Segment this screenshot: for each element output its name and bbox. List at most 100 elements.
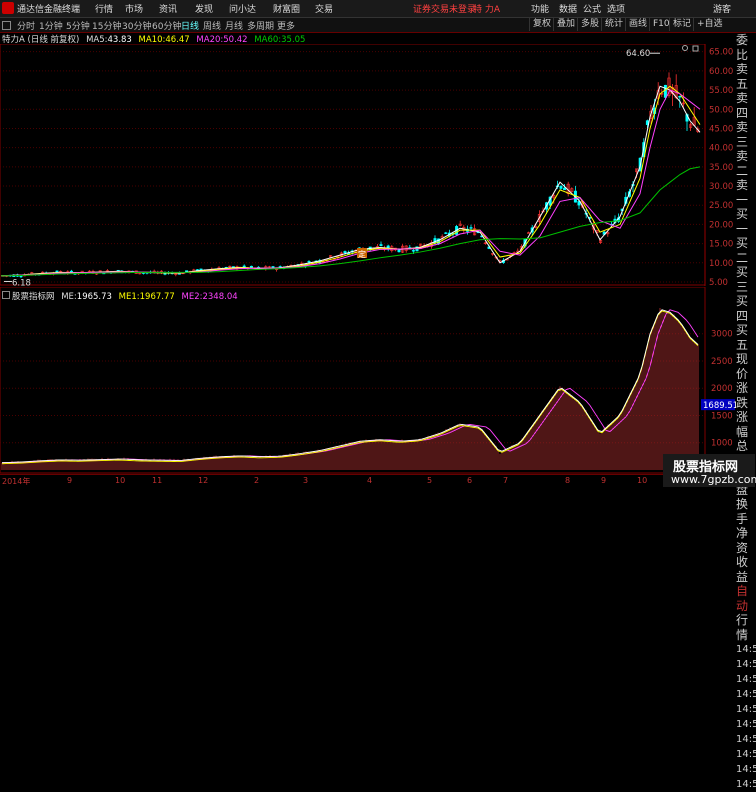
button-draw[interactable]: 画线 (625, 18, 650, 31)
tab-30min[interactable]: 30分钟 (122, 19, 151, 32)
price-tick-label: 45.00 (709, 124, 733, 134)
date-tick-label: 5 (427, 476, 433, 485)
date-tick-label: 6 (467, 476, 473, 485)
tick-time: 14:5 (736, 674, 756, 685)
candle-body (249, 265, 253, 268)
user-guest[interactable]: 游客 (713, 2, 731, 15)
quote-field-label: 净资 (736, 526, 749, 555)
quote-field-label: 现价 (736, 352, 749, 381)
price-tick-label: 15.00 (709, 240, 733, 250)
menu-market[interactable]: 市场 (125, 2, 143, 15)
candle-body (397, 249, 401, 253)
title-bar: 通达信金融终端 行情 市场 资讯 发现 问小达 财富圈 交易 证券交易未登录 特… (0, 0, 756, 18)
quote-field-label: 收益 (736, 555, 749, 584)
price-chart[interactable]: 65.00 60.00 55.00 50.00 45.00 40.00 35.00 30.00… (0, 44, 736, 286)
panel-tab[interactable]: 自动 (736, 584, 756, 613)
date-tick-label: 9 (601, 476, 607, 485)
me-label: ME: (61, 292, 77, 302)
quote-field-label: 买五 (736, 323, 749, 352)
indicator-chart[interactable]: 3000 2500 2000 1500 1000 1689.51 (0, 287, 736, 474)
price-frame (0, 44, 706, 286)
button-multi-stock[interactable]: 多股 (577, 18, 602, 31)
ma-line-ma5 (0, 85, 701, 277)
button-statistics[interactable]: 统计 (601, 18, 626, 31)
menu-discover[interactable]: 发现 (195, 2, 213, 15)
date-tick-label: 10 (115, 476, 126, 485)
indicator-tick-label: 2500 (711, 357, 733, 367)
quote-field-label: 卖四 (736, 91, 749, 120)
date-tick-label: 10 (637, 476, 648, 485)
candle-body (444, 232, 448, 234)
candle-body (69, 270, 73, 273)
tab-monthly[interactable]: 月线 (225, 19, 243, 32)
price-tick-label: 65.00 (709, 48, 733, 58)
button-restore-rights[interactable]: 复权 (529, 18, 554, 31)
date-tick-label: 2 (254, 476, 260, 485)
quote-field-label: 委比 (736, 33, 749, 62)
tab-60min[interactable]: 60分钟 (152, 19, 181, 32)
menu-news[interactable]: 资讯 (159, 2, 177, 15)
indicator-tick-label: 2000 (711, 384, 733, 394)
quote-field-label: 卖五 (736, 62, 749, 91)
tick-time: 14:5 (736, 689, 756, 700)
tab-more[interactable]: 更多 (277, 19, 295, 32)
menu-formula[interactable]: 公式 (583, 2, 601, 15)
app-logo-icon (2, 2, 14, 14)
price-tick-label: 60.00 (709, 67, 733, 77)
me1-value: 1967.77 (139, 292, 175, 302)
panel-toggle-icon[interactable] (2, 21, 11, 30)
quote-field-label: 买三 (736, 265, 749, 294)
button-add-watchlist[interactable]: +自选 (693, 18, 726, 31)
low-price-label: 6.18 (12, 278, 31, 286)
tick-time: 14:5 (736, 644, 756, 655)
tab-intraday[interactable]: 分时 (17, 19, 35, 32)
date-tick-label: 12 (198, 476, 209, 485)
tick-time: 14:5 (736, 659, 756, 670)
date-tick-label: 7 (503, 476, 509, 485)
menu-function[interactable]: 功能 (531, 2, 549, 15)
tab-multi-period[interactable]: 多周期 (247, 19, 274, 32)
quote-field-label: 换手 (736, 497, 749, 526)
candle-body (19, 275, 23, 278)
menu-trade[interactable]: 交易 (315, 2, 333, 15)
price-tick-label: 30.00 (709, 182, 733, 192)
tab-weekly[interactable]: 周线 (203, 19, 221, 32)
price-tick-label: 10.00 (709, 259, 733, 269)
button-overlay[interactable]: 叠加 (553, 18, 578, 31)
ma-line-ma10 (0, 85, 701, 277)
indicator-tick-label: 3000 (711, 330, 733, 340)
menu-market-quotes[interactable]: 行情 (95, 2, 113, 15)
indicator-title[interactable]: 股票指标网 (12, 292, 55, 302)
tick-time: 14:5 (736, 779, 756, 790)
tab-15min[interactable]: 15分钟 (92, 19, 121, 32)
menu-data[interactable]: 数据 (559, 2, 577, 15)
candle-body (527, 232, 531, 234)
date-tick-label: 2014年 (2, 477, 31, 486)
indicator-tick-label: 1500 (711, 411, 733, 421)
chart-zoom-icon[interactable] (682, 45, 688, 51)
menu-wealth-circle[interactable]: 财富圈 (273, 2, 300, 15)
tab-1min[interactable]: 1分钟 (39, 19, 63, 32)
button-mark[interactable]: 标记 (669, 18, 694, 31)
candle-body (379, 244, 383, 246)
period-toolbar: 分时 1分钟 5分钟 15分钟 30分钟 60分钟 日线 周线 月线 多周期 更… (0, 18, 756, 33)
indicator-toggle-icon[interactable] (2, 291, 10, 299)
menu-options[interactable]: 选项 (607, 2, 625, 15)
tick-time: 14:5 (736, 734, 756, 745)
price-tick-label: 55.00 (709, 86, 733, 96)
current-value-label: 1689.51 (703, 401, 736, 411)
menu-ask[interactable]: 问小达 (229, 2, 256, 15)
app-title: 通达信金融终端 (17, 5, 81, 15)
panel-tab[interactable]: 行情 (736, 613, 756, 642)
tab-5min[interactable]: 5分钟 (66, 19, 90, 32)
price-tick-label: 50.00 (709, 105, 733, 115)
quote-field-label: 涨幅 (736, 410, 749, 439)
chart-maximize-icon[interactable] (692, 45, 699, 52)
watermark-url: www.7gpzb.com (671, 473, 756, 486)
price-tick-label: 25.00 (709, 201, 733, 211)
tab-daily[interactable]: 日线 (181, 19, 199, 32)
price-tick-label: 40.00 (709, 144, 733, 154)
candle-body (469, 227, 473, 229)
login-notice[interactable]: 证券交易未登录 (413, 2, 476, 15)
date-tick-label: 9 (67, 476, 73, 485)
